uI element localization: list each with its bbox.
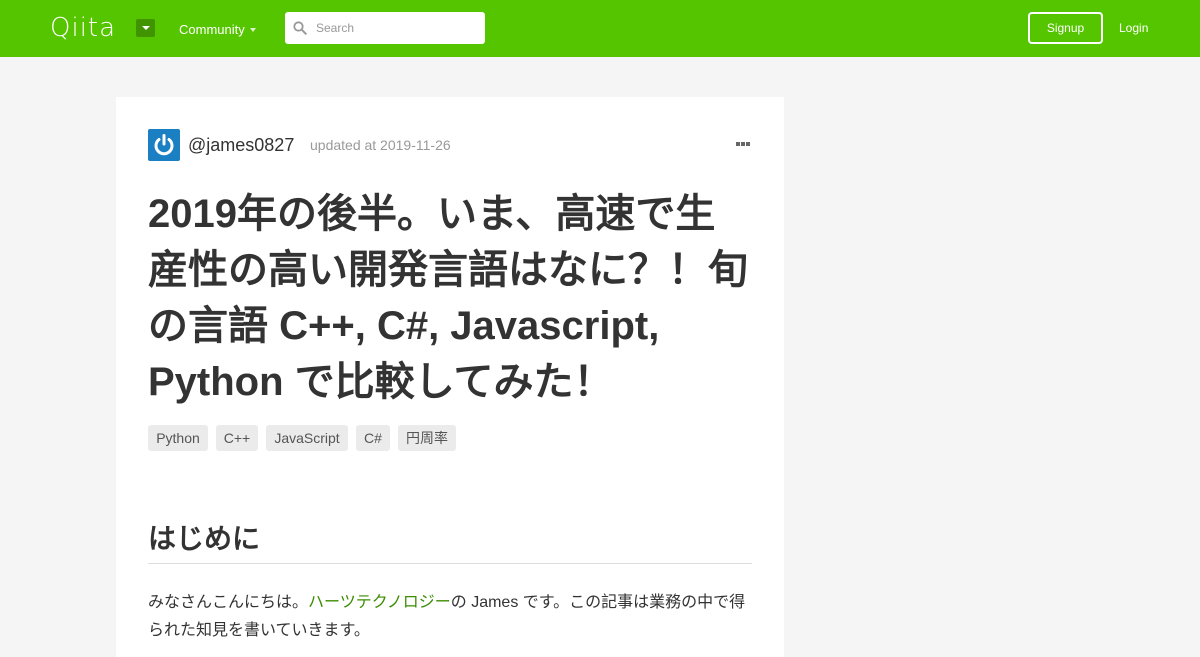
login-link[interactable]: Login <box>1119 20 1148 36</box>
qiita-logo[interactable]: Qiita <box>50 14 116 42</box>
signup-button[interactable]: Signup <box>1028 12 1103 44</box>
search-box[interactable] <box>285 12 485 44</box>
power-icon <box>154 134 174 156</box>
more-options-icon[interactable] <box>736 141 752 147</box>
search-input[interactable] <box>316 12 476 44</box>
article-title: 2019年の後半。いま、高速で生産性の高い開発言語はなに？！旬の言語 C++, … <box>148 192 748 404</box>
tag[interactable]: Python <box>148 425 208 451</box>
tag[interactable]: C# <box>356 425 390 451</box>
intro-paragraph: みなさんこんにちは。ハーツテクノロジーの James です。この記事は業務の中で… <box>148 589 752 645</box>
author-link[interactable]: @james0827 <box>188 135 294 155</box>
section-heading: はじめに <box>148 517 752 564</box>
intro-text: みなさんこんにちは。 <box>148 594 309 611</box>
chevron-down-icon[interactable] <box>250 28 256 32</box>
article-card: @james0827 updated at 2019-11-26 2019年の後… <box>116 97 784 657</box>
caret-down-icon[interactable] <box>136 19 155 37</box>
tag[interactable]: JavaScript <box>266 425 348 451</box>
top-navbar: Qiita Community Signup Login <box>0 0 1200 57</box>
tag[interactable]: C++ <box>216 425 258 451</box>
company-link[interactable]: ハーツテクノロジー <box>308 594 451 611</box>
community-menu[interactable]: Community <box>179 22 245 38</box>
updated-date: updated at 2019-11-26 <box>310 137 451 153</box>
tag[interactable]: 円周率 <box>398 425 456 451</box>
avatar[interactable] <box>148 129 180 161</box>
search-icon <box>293 21 307 35</box>
